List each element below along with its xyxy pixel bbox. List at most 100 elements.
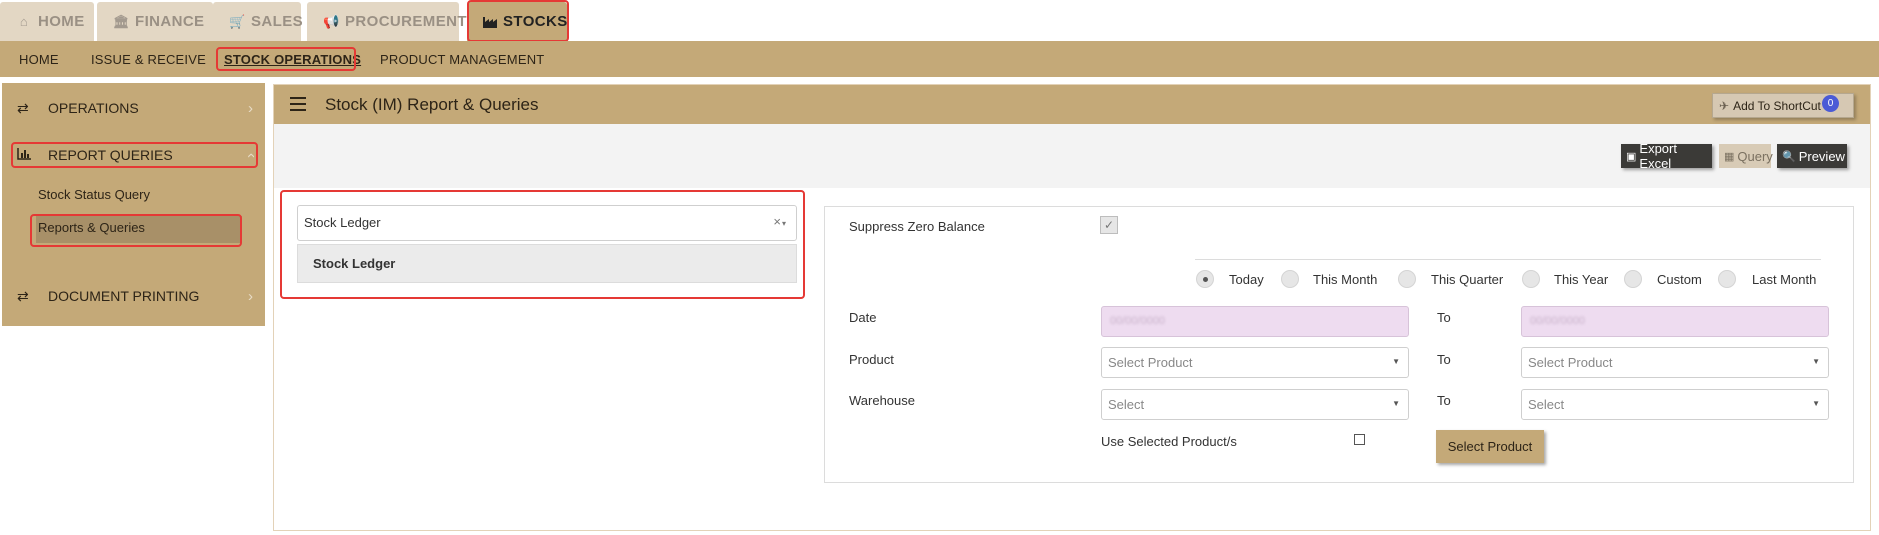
chevron-right-icon: › (248, 99, 253, 117)
use-selected-products-label: Use Selected Product/s (1101, 434, 1237, 449)
warehouse-to-placeholder: Select (1528, 397, 1565, 412)
select-product-button[interactable]: Select Product (1436, 430, 1544, 463)
export-excel-button[interactable]: ▣ Export Excel (1621, 141, 1712, 171)
subnav-issue-receive[interactable]: ISSUE & RECEIVE (91, 41, 206, 77)
warehouse-label: Warehouse (849, 393, 915, 408)
warehouse-from-select[interactable]: Select ▼ (1101, 389, 1409, 420)
search-icon: 🔍 (1782, 150, 1796, 163)
panel-header: Stock (IM) Report & Queries ✈ Add To Sho… (274, 85, 1870, 124)
preview-label: Preview (1798, 148, 1845, 164)
radio-last-month[interactable] (1718, 270, 1736, 288)
radio-custom[interactable] (1624, 270, 1642, 288)
page-title: Stock (IM) Report & Queries (325, 95, 539, 114)
query-label: Query (1737, 148, 1773, 164)
sidebar-item-document-printing[interactable]: ⇄ DOCUMENT PRINTING › (2, 281, 265, 311)
sidebar-item-label: REPORT QUERIES (48, 147, 173, 163)
table-icon: ▦ (1724, 150, 1735, 163)
chevron-down-icon: ▼ (1392, 357, 1400, 366)
tab-procurement-label: PROCUREMENT (345, 13, 467, 30)
chevron-up-icon: › (242, 152, 259, 158)
date-to-value: 00/00/0000 (1530, 315, 1586, 327)
factory-icon (483, 15, 497, 29)
product-from-placeholder: Select Product (1108, 355, 1193, 370)
tab-stocks[interactable]: STOCKS (467, 2, 567, 41)
sidebar-subitem-stock-status-query[interactable]: Stock Status Query (38, 187, 150, 202)
sidebar-item-label: OPERATIONS (48, 100, 139, 116)
tab-finance[interactable]: 🏛 FINANCE (97, 2, 213, 41)
radio-last-month-label: Last Month (1752, 272, 1817, 287)
tab-home[interactable]: ⌂ HOME (0, 2, 94, 41)
date-from-value: 00/00/0000 (1110, 315, 1166, 327)
exchange-icon: ⇄ (17, 287, 29, 304)
tab-sales-label: SALES (251, 13, 304, 30)
report-option[interactable]: Stock Ledger (297, 244, 797, 283)
sub-navigation: HOME ISSUE & RECEIVE STOCK OPERATIONS PR… (0, 41, 1879, 77)
radio-custom-label: Custom (1657, 272, 1702, 287)
report-option-label: Stock Ledger (313, 256, 396, 271)
radio-this-quarter[interactable] (1398, 270, 1416, 288)
product-to-select[interactable]: Select Product ▼ (1521, 347, 1829, 378)
sidebar-item-label: DOCUMENT PRINTING (48, 288, 200, 304)
tab-finance-label: FINANCE (135, 13, 205, 30)
add-to-shortcut-button[interactable]: ✈ Add To ShortCut 0 (1712, 93, 1854, 118)
warehouse-to-select[interactable]: Select ▼ (1521, 389, 1829, 420)
tab-procurement[interactable]: 📢 PROCUREMENT (307, 2, 467, 41)
top-tab-bar: ⌂ HOME 🏛 FINANCE 🛒 SALES 📢 PROCUREMENT S… (0, 0, 1879, 41)
suppress-zero-balance-checkbox[interactable]: ✓ (1100, 216, 1118, 234)
subnav-home[interactable]: HOME (19, 41, 59, 77)
radio-this-year[interactable] (1522, 270, 1540, 288)
cart-icon: 🛒 (229, 13, 246, 29)
bank-icon: 🏛 (113, 13, 130, 29)
radio-this-quarter-label: This Quarter (1431, 272, 1504, 287)
subnav-product-management[interactable]: PRODUCT MANAGEMENT (380, 41, 544, 77)
product-to-placeholder: Select Product (1528, 355, 1613, 370)
divider (1195, 259, 1821, 260)
report-select[interactable]: Stock Ledger ×▾ (297, 205, 797, 241)
chevron-right-icon: › (248, 287, 253, 305)
radio-this-year-label: This Year (1554, 272, 1609, 287)
clear-icon[interactable]: ×▾ (773, 214, 786, 229)
chevron-down-icon: ▼ (1812, 399, 1820, 408)
add-to-shortcut-label: Add To ShortCut (1733, 98, 1821, 113)
bar-chart-icon (17, 147, 31, 163)
filter-form (824, 206, 1854, 483)
menu-icon[interactable] (290, 97, 306, 111)
warehouse-to-label: To (1437, 393, 1451, 408)
preview-button[interactable]: 🔍 Preview (1777, 144, 1847, 168)
export-excel-label: Export Excel (1639, 141, 1677, 171)
query-button[interactable]: ▦ Query (1719, 144, 1773, 168)
sidebar-subitem-reports-queries[interactable]: Reports & Queries (36, 216, 242, 243)
sidebar: ⇄ OPERATIONS › REPORT QUERIES › Stock St… (2, 83, 265, 326)
toolbar: ▣ Export Excel ▦ Query 🔍 Preview (274, 124, 1870, 188)
tab-stocks-label: STOCKS (503, 13, 568, 30)
exchange-icon: ⇄ (17, 99, 29, 116)
radio-this-month-label: This Month (1313, 272, 1378, 287)
product-label: Product (849, 352, 894, 367)
chevron-down-icon: ▼ (1812, 357, 1820, 366)
sidebar-subitem-label: Reports & Queries (38, 220, 145, 235)
use-selected-products-checkbox[interactable] (1354, 434, 1365, 445)
date-to-label: To (1437, 310, 1451, 325)
product-from-select[interactable]: Select Product ▼ (1101, 347, 1409, 378)
chevron-down-icon: ▾ (781, 219, 786, 228)
rocket-icon: ✈ (1719, 98, 1730, 113)
chevron-down-icon: ▼ (1392, 399, 1400, 408)
sidebar-item-report-queries[interactable]: REPORT QUERIES › (2, 140, 265, 170)
warehouse-from-placeholder: Select (1108, 397, 1145, 412)
sidebar-item-operations[interactable]: ⇄ OPERATIONS › (2, 93, 265, 123)
home-icon: ⌂ (19, 13, 29, 29)
report-select-value: Stock Ledger (304, 215, 381, 230)
suppress-zero-balance-label: Suppress Zero Balance (849, 219, 985, 234)
bullhorn-icon: 📢 (323, 13, 340, 29)
tab-sales[interactable]: 🛒 SALES (213, 2, 304, 41)
subnav-stock-operations[interactable]: STOCK OPERATIONS (224, 41, 361, 77)
radio-this-month[interactable] (1281, 270, 1299, 288)
radio-today[interactable] (1196, 270, 1214, 288)
radio-today-label: Today (1229, 272, 1264, 287)
product-to-label: To (1437, 352, 1451, 367)
date-from-field[interactable]: 00/00/0000 (1101, 306, 1409, 337)
date-to-field[interactable]: 00/00/0000 (1521, 306, 1829, 337)
date-label: Date (849, 310, 877, 325)
tab-home-label: HOME (38, 13, 85, 30)
excel-icon: ▣ (1626, 150, 1637, 163)
